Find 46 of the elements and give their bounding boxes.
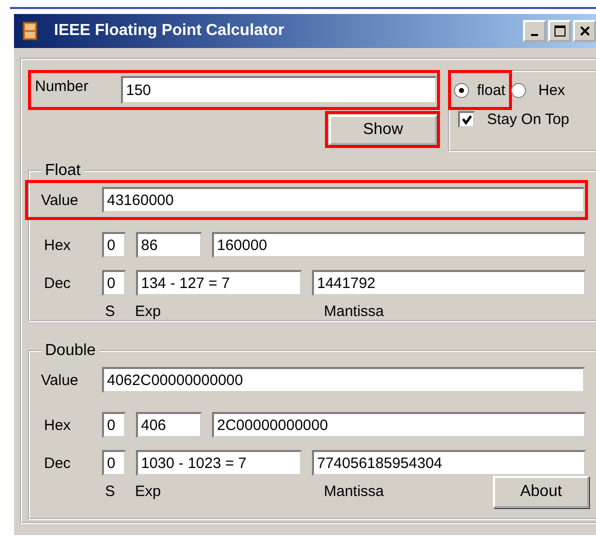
- mantissa-field[interactable]: 774056185954304: [312, 450, 586, 476]
- group-title: Float: [44, 162, 82, 180]
- radio-label[interactable]: Hex: [538, 82, 566, 98]
- mantissa-field[interactable]: 1441792: [312, 270, 586, 296]
- number-field[interactable]: 150: [121, 76, 437, 104]
- close-icon: [578, 25, 590, 37]
- maximize-icon: [554, 25, 566, 37]
- radio-label[interactable]: float: [477, 82, 506, 98]
- about-button[interactable]: About: [493, 476, 589, 508]
- window-title: IEEE Floating Point Calculator: [54, 22, 286, 40]
- mantissa-field[interactable]: 160000: [212, 232, 586, 258]
- group-title: Double: [44, 342, 97, 360]
- cabinet-icon: [22, 21, 38, 41]
- column-label: Mantissa: [324, 482, 384, 500]
- checkbox[interactable]: [458, 111, 475, 128]
- exponent-field[interactable]: 406: [136, 412, 202, 438]
- sign-field[interactable]: 0: [102, 450, 126, 476]
- row-label: Dec: [43, 454, 72, 472]
- value-field[interactable]: 43160000: [102, 187, 585, 213]
- exponent-field[interactable]: 134 - 127 = 7: [136, 270, 302, 296]
- column-label: S: [105, 482, 116, 500]
- column-label: Exp: [135, 482, 161, 500]
- row-label: Hex: [43, 236, 72, 254]
- row-label: Hex: [43, 416, 72, 434]
- value-field[interactable]: 4062C00000000000: [102, 367, 585, 393]
- sign-field[interactable]: 0: [102, 270, 126, 296]
- column-label: Exp: [135, 302, 161, 320]
- exponent-field[interactable]: 1030 - 1023 = 7: [136, 450, 302, 476]
- close-button[interactable]: [573, 20, 596, 42]
- mantissa-field[interactable]: 2C00000000000: [212, 412, 586, 438]
- column-label: Mantissa: [324, 302, 384, 320]
- radio-button[interactable]: [454, 82, 469, 98]
- value-label: Value: [40, 192, 80, 208]
- exponent-field[interactable]: 86: [136, 232, 202, 258]
- radio-button[interactable]: [511, 82, 526, 98]
- checkbox-label[interactable]: Stay On Top: [487, 111, 570, 128]
- number-label: Number: [34, 78, 90, 94]
- minimize-button[interactable]: [523, 20, 546, 42]
- show-button[interactable]: Show: [329, 114, 437, 144]
- column-label: S: [105, 302, 116, 320]
- minimize-icon: [531, 34, 538, 36]
- row-label: Dec: [43, 274, 72, 292]
- sign-field[interactable]: 0: [102, 412, 126, 438]
- value-label: Value: [40, 372, 80, 388]
- sign-field[interactable]: 0: [102, 232, 126, 258]
- maximize-button[interactable]: [548, 20, 571, 42]
